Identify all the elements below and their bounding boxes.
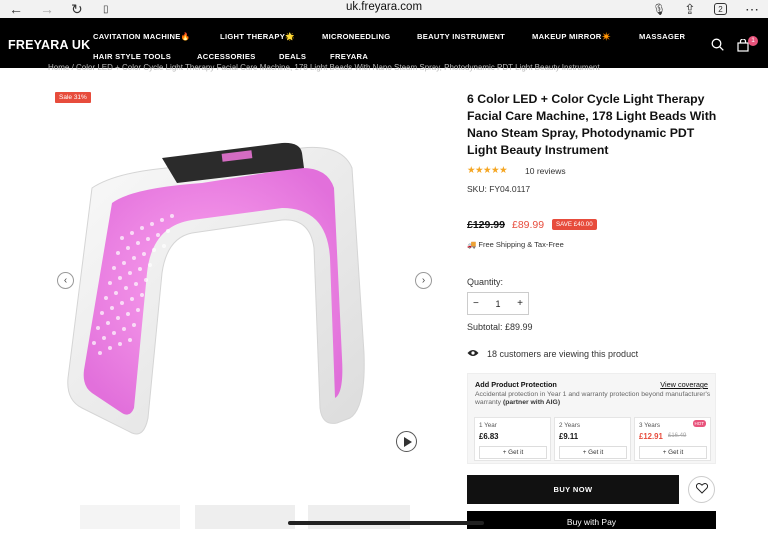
nav-cavitation-machine[interactable]: CAVITATION MACHINE🔥 <box>93 32 190 41</box>
protection-title: Add Product Protection <box>475 380 557 389</box>
get-it-button[interactable]: + Get it <box>479 446 547 459</box>
search-icon[interactable] <box>711 38 724 54</box>
plan-option[interactable]: 1 Year £6.83 + Get it <box>474 417 551 461</box>
sku-text: SKU: FY04.0117 <box>467 184 531 194</box>
thumbnail-3[interactable] <box>308 505 410 529</box>
breadcrumb[interactable]: Home / Color LED + Color Cycle Light The… <box>48 63 708 72</box>
site-logo[interactable]: FREYARA UK <box>8 38 90 52</box>
shipping-note: 🚚 Free Shipping & Tax-Free <box>467 240 564 249</box>
quantity-label: Quantity: <box>467 277 504 287</box>
thumbnail-1[interactable] <box>80 505 180 529</box>
share-icon[interactable]: ⇪ <box>684 0 696 18</box>
gallery-next-button[interactable]: › <box>415 272 432 289</box>
home-indicator <box>288 521 484 525</box>
get-it-button[interactable]: + Get it <box>559 446 627 459</box>
nav-hair-style-tools[interactable]: HAIR STYLE TOOLS <box>93 52 171 61</box>
nav-beauty-instrument[interactable]: BEAUTY INSTRUMENT <box>417 32 505 41</box>
product-protection-panel: Add Product Protection View coverage Acc… <box>467 373 716 464</box>
viewers-notice: 18 customers are viewing this product <box>467 349 638 359</box>
increase-quantity-button[interactable]: + <box>517 298 523 309</box>
plan-option[interactable]: 2 Years £9.11 + Get it <box>554 417 631 461</box>
gallery-prev-button[interactable]: ‹ <box>57 272 74 289</box>
get-it-button[interactable]: + Get it <box>639 446 707 459</box>
original-price: £129.99 <box>467 219 505 231</box>
more-icon[interactable]: ⋯ <box>745 0 759 18</box>
thumbnail-2[interactable] <box>195 505 295 529</box>
heart-icon <box>695 481 708 499</box>
nav-massager[interactable]: MASSAGER <box>639 32 685 41</box>
eye-icon <box>467 349 479 359</box>
product-title: 6 Color LED + Color Cycle Light Therapy … <box>467 92 717 157</box>
sale-price: £89.99 <box>512 219 545 231</box>
view-coverage-link[interactable]: View coverage <box>660 380 708 389</box>
nav-microneedling[interactable]: MICRONEEDLING <box>322 32 390 41</box>
quantity-value[interactable]: 1 <box>495 299 500 309</box>
wishlist-button[interactable] <box>688 476 715 503</box>
viewers-text: 18 customers are viewing this product <box>487 349 639 359</box>
hot-badge: HOT <box>692 420 706 427</box>
quantity-stepper: − 1 + <box>467 292 529 315</box>
apple-pay-button[interactable]: Buy with Pay <box>467 511 716 529</box>
reviews-link[interactable]: 10 reviews <box>525 166 566 176</box>
play-video-button[interactable] <box>396 431 417 452</box>
nav-freyara[interactable]: FREYARA <box>330 52 368 61</box>
plan-option[interactable]: HOT 3 Years £12.91 £16.49 + Get it <box>634 417 711 461</box>
nav-deals[interactable]: DEALS <box>279 52 306 61</box>
microphone-icon[interactable]: 🎙 <box>652 0 666 18</box>
cart-count-badge: 1 <box>748 36 758 46</box>
nav-makeup-mirror[interactable]: MAKEUP MIRROR✴️ <box>532 32 611 41</box>
nav-accessories[interactable]: ACCESSORIES <box>197 52 256 61</box>
rating-stars: ★★★★★ <box>467 165 508 176</box>
save-badge: SAVE £40.00 <box>552 219 597 230</box>
buy-now-button[interactable]: BUY NOW <box>467 475 679 504</box>
product-image[interactable] <box>52 108 434 470</box>
decrease-quantity-button[interactable]: − <box>473 298 479 309</box>
browser-toolbar: ← → ↻ ▯ uk.freyara.com 🎙 ⇪ 2 ⋯ <box>0 0 768 18</box>
sale-badge: Sale 31% <box>55 92 91 103</box>
nav-light-therapy[interactable]: LIGHT THERAPY🌟 <box>220 32 295 41</box>
led-device-illustration <box>67 142 365 435</box>
site-header: FREYARA UK CAVITATION MACHINE🔥 LIGHT THE… <box>0 18 768 68</box>
subtotal: Subtotal: £89.99 <box>467 322 533 332</box>
protection-description: Accidental protection in Year 1 and warr… <box>475 391 711 406</box>
tab-count-button[interactable]: 2 <box>714 3 727 15</box>
